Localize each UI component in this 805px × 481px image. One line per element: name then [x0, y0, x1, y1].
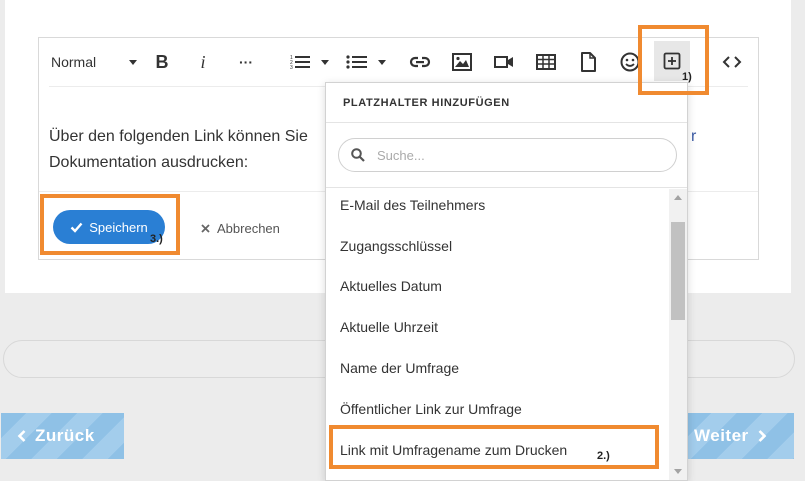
list-item[interactable]: E-Mail des Teilnehmers [340, 197, 485, 213]
scroll-thumb[interactable] [671, 222, 685, 320]
table-icon [536, 54, 556, 70]
video-icon [494, 56, 513, 68]
chevron-right-icon [758, 430, 766, 442]
step-3-highlight [40, 194, 180, 255]
cancel-button-label: Abbrechen [217, 220, 280, 236]
search-icon [351, 148, 365, 162]
svg-text:3: 3 [290, 65, 293, 71]
file-icon [581, 52, 596, 72]
list-item[interactable]: Zugangsschlüssel [340, 238, 452, 254]
placeholder-search[interactable] [338, 138, 677, 172]
bullet-list-icon [346, 55, 386, 69]
table-button[interactable] [533, 48, 559, 76]
more-button[interactable]: ··· [233, 48, 259, 76]
cancel-button[interactable]: Abbrechen [201, 218, 280, 238]
list-item[interactable]: Aktuelle Uhrzeit [340, 319, 438, 335]
back-button[interactable]: Zurück [1, 413, 124, 459]
list-item[interactable]: Aktuelles Datum [340, 278, 442, 294]
close-icon [201, 223, 210, 233]
chevron-left-icon [17, 430, 26, 442]
link-button[interactable] [407, 48, 433, 76]
file-button[interactable] [575, 48, 601, 76]
back-button-label: Zurück [35, 426, 95, 445]
bold-icon: B [155, 51, 169, 72]
bold-button[interactable]: B [149, 48, 175, 76]
ordered-list-button[interactable]: 1 2 3 [287, 48, 333, 76]
more-icon: ··· [239, 54, 253, 70]
italic-icon: i [200, 51, 206, 72]
emoji-icon [620, 52, 640, 72]
dropdown-divider [326, 122, 687, 123]
image-icon [452, 53, 472, 71]
italic-button[interactable]: i [190, 48, 216, 76]
code-view-button[interactable] [717, 48, 747, 76]
list-item[interactable]: Name der Umfrage [340, 360, 459, 376]
next-button[interactable]: Weiter [686, 413, 794, 459]
video-button[interactable] [491, 48, 517, 76]
step-1-label: 1) [682, 71, 692, 83]
dropdown-divider [326, 187, 687, 188]
image-button[interactable] [449, 48, 475, 76]
code-view-icon [722, 56, 742, 68]
step-3-label: 3.) [150, 233, 163, 245]
format-select-label: Normal [51, 54, 97, 70]
dropdown-title: PLATZHALTER HINZUFÜGEN [343, 97, 510, 109]
chevron-down-icon [129, 60, 137, 65]
step-2-label: 2.) [597, 450, 610, 462]
next-button-label: Weiter [694, 426, 749, 445]
content-link-fragment[interactable]: r [691, 124, 696, 150]
format-select[interactable]: Normal [51, 48, 147, 76]
step-2-highlight [329, 425, 659, 469]
list-item[interactable]: Öffentlicher Link zur Umfrage [340, 401, 522, 417]
link-icon [409, 56, 431, 68]
dropdown-scrollbar[interactable] [669, 189, 687, 480]
scroll-up-icon[interactable] [674, 195, 682, 200]
bullet-list-button[interactable] [343, 48, 389, 76]
placeholder-dropdown: PLATZHALTER HINZUFÜGEN E-Mail des Teilne… [325, 82, 688, 481]
scroll-down-icon[interactable] [674, 469, 682, 474]
ordered-list-icon: 1 2 3 [290, 55, 329, 71]
search-input[interactable] [377, 147, 657, 163]
step-1-highlight [638, 25, 709, 95]
